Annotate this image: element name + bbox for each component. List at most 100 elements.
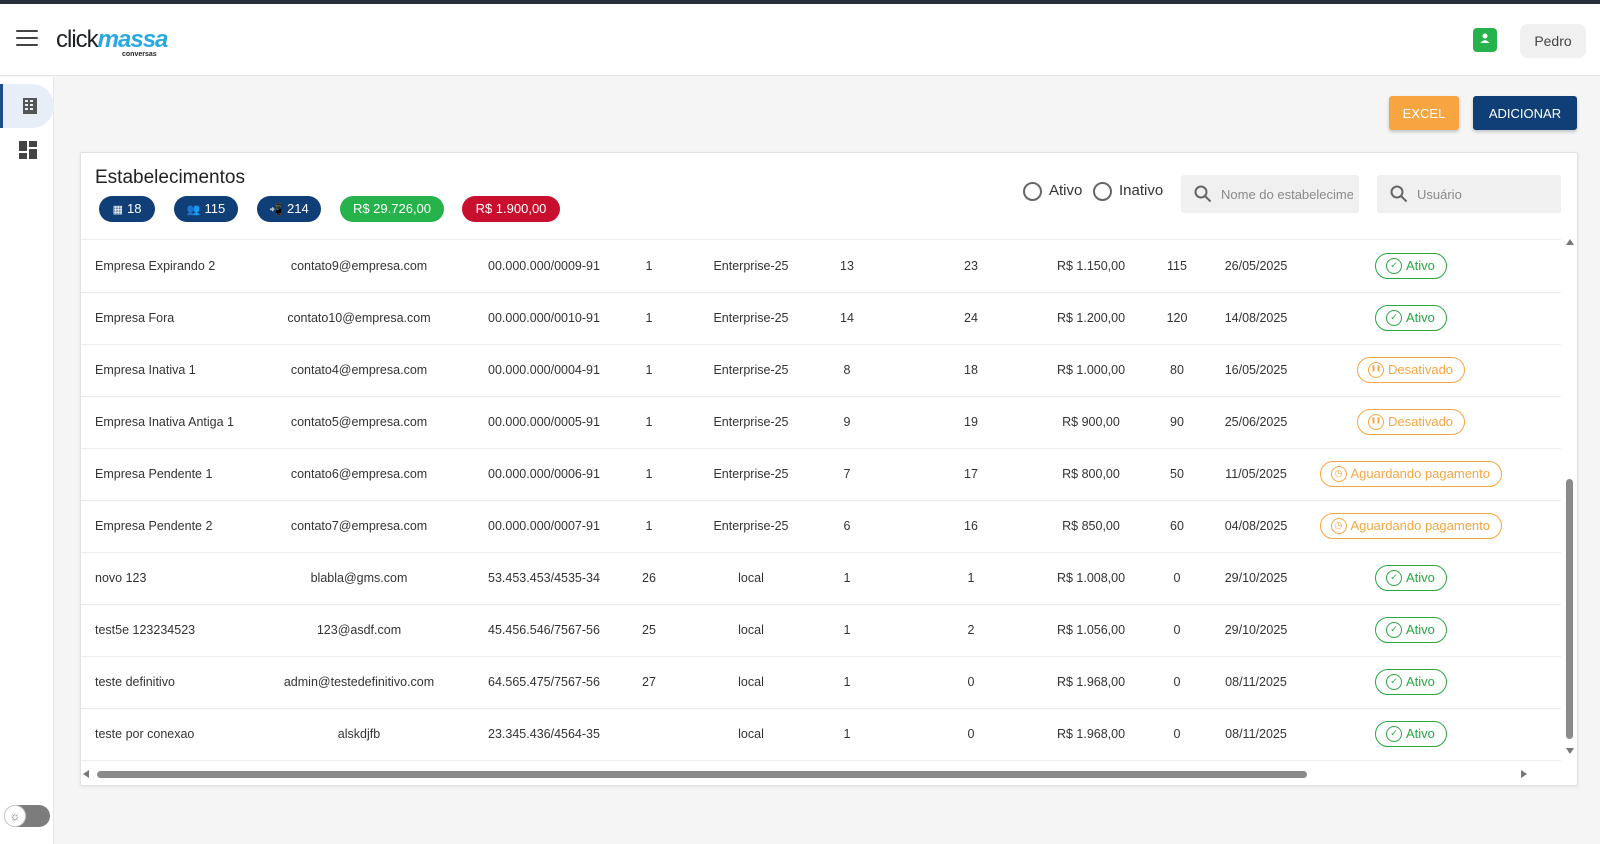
radio-circle [1023, 182, 1042, 201]
cell-date: 16/05/2025 [1224, 363, 1288, 377]
clock-icon: ◷ [1330, 466, 1347, 482]
table-row[interactable]: teste por conexao alskdjfb 23.345.436/4564… [81, 708, 1561, 761]
establishments-table: Empresa Expirando 2 contato9@empresa.com 0… [81, 239, 1561, 767]
status-badge: ✓ Ativo [1375, 305, 1447, 331]
search-icon [1390, 185, 1408, 203]
cell-plan: Enterprise-25 [713, 311, 789, 325]
status-label: Ativo [1406, 622, 1435, 637]
scroll-left-icon[interactable] [83, 770, 89, 778]
cell-plan: local [738, 675, 764, 689]
check-circle-icon: ✓ [1386, 622, 1402, 638]
cell-email: contato7@empresa.com [290, 519, 428, 533]
cell-col4: 1 [645, 311, 653, 325]
theme-toggle[interactable]: ☼ [4, 805, 50, 827]
cell-cnpj: 23.345.436/4564-35 [488, 727, 600, 741]
cell-col6: 1 [843, 571, 851, 585]
scroll-right-icon[interactable] [1521, 770, 1527, 778]
table-row[interactable]: Empresa Pendente 1 contato6@empresa.com 00… [81, 448, 1561, 501]
vertical-scroll-thumb[interactable] [1566, 479, 1573, 739]
check-circle-icon: ✓ [1386, 726, 1402, 742]
cell-cnpj: 00.000.000/0010-91 [488, 311, 600, 325]
cell-date: 29/10/2025 [1224, 623, 1288, 637]
cell-name: teste definitivo [95, 675, 175, 689]
establishment-search-input[interactable] [1221, 175, 1353, 213]
chip-establishments: ▦ 18 [99, 196, 155, 222]
cell-col7: 1 [967, 571, 975, 585]
cell-name: Empresa Expirando 2 [95, 259, 216, 273]
horizontal-scrollbar[interactable] [81, 767, 1561, 781]
table-row[interactable]: test5e 123234523 123@asdf.com 45.456.546/7… [81, 604, 1561, 657]
cell-col4: 27 [642, 675, 656, 689]
cell-value: R$ 800,00 [1062, 467, 1120, 481]
scroll-down-icon[interactable] [1566, 748, 1574, 754]
pause-circle-icon: ❚❚ [1368, 362, 1384, 378]
table-row[interactable]: Empresa Fora contato10@empresa.com 00.000.… [81, 292, 1561, 345]
cell-plan: Enterprise-25 [713, 519, 789, 533]
cell-col4: 25 [642, 623, 656, 637]
cell-col9: 115 [1167, 259, 1187, 273]
cell-col9: 0 [1173, 675, 1181, 689]
users-icon: 👥 [186, 204, 201, 216]
cell-name: test5e 123234523 [95, 623, 196, 637]
table-row[interactable]: Empresa Inativa Antiga 1 contato5@empresa… [81, 396, 1561, 449]
add-button[interactable]: ADICIONAR [1473, 96, 1577, 130]
establishments-card: Estabelecimentos ▦ 18 👥 115 📲 214 R$ 29.726… [80, 152, 1578, 786]
menu-icon[interactable] [16, 30, 38, 48]
user-menu-button[interactable]: Pedro [1520, 24, 1586, 58]
horizontal-scroll-thumb[interactable] [97, 771, 1307, 778]
status-badge: ✓ Ativo [1375, 253, 1447, 279]
cell-value: R$ 1.968,00 [1056, 727, 1126, 741]
scroll-up-icon[interactable] [1566, 239, 1574, 245]
cell-plan: Enterprise-25 [713, 467, 789, 481]
cell-plan: local [738, 623, 764, 637]
cell-plan: Enterprise-25 [713, 415, 789, 429]
cell-date: 04/08/2025 [1224, 519, 1288, 533]
cell-col7: 18 [964, 363, 978, 377]
cell-email: contato5@empresa.com [290, 415, 428, 429]
vertical-scrollbar[interactable] [1565, 239, 1575, 767]
sidebar-item-establishments[interactable] [0, 84, 54, 128]
cell-cnpj: 45.456.546/7567-56 [488, 623, 600, 637]
chip-devices: 📲 214 [257, 196, 321, 222]
cell-col7: 19 [964, 415, 978, 429]
cell-cnpj: 00.000.000/0004-91 [488, 363, 600, 377]
cell-col9: 120 [1166, 311, 1188, 325]
cell-col4: 1 [645, 467, 653, 481]
app-logo[interactable]: clickmassa conversas [56, 26, 168, 58]
sidebar-item-dashboard[interactable] [0, 128, 54, 172]
logo-sub-text: conversas [122, 51, 157, 58]
table-row[interactable]: Empresa Pendente 2 contato7@empresa.com 00… [81, 500, 1561, 553]
cell-date: 26/05/2025 [1224, 259, 1288, 273]
status-badge: ❚❚ Desativado [1357, 409, 1466, 435]
cell-email: 123@asdf.com [316, 623, 402, 637]
user-search-input[interactable] [1417, 175, 1555, 213]
cell-value: R$ 900,00 [1062, 415, 1120, 429]
app-header: clickmassa conversas Pedro [0, 4, 1600, 76]
cell-date: 11/05/2025 [1225, 467, 1287, 481]
table-row[interactable]: teste definitivo admin@testedefinitivo.co… [81, 656, 1561, 709]
cell-name: Empresa Pendente 1 [95, 467, 213, 481]
cell-col4 [629, 708, 669, 760]
table-row[interactable]: novo 123 blabla@gms.com 53.453.453/4535-34… [81, 552, 1561, 605]
sidebar: ☼ [0, 77, 54, 844]
cell-cnpj: 00.000.000/0009-91 [488, 259, 600, 273]
table-row[interactable]: Empresa Inativa 1 contato4@empresa.com 00.… [81, 344, 1561, 397]
cell-name: Empresa Pendente 2 [95, 519, 213, 533]
excel-button[interactable]: EXCEL [1389, 96, 1459, 130]
cell-value: R$ 1.200,00 [1056, 311, 1126, 325]
cell-email: contato4@empresa.com [290, 363, 428, 377]
table-row[interactable]: Empresa Expirando 2 contato9@empresa.com 0… [81, 240, 1561, 293]
cell-plan: local [738, 571, 764, 585]
cell-value: R$ 1.000,00 [1056, 363, 1126, 377]
cell-value: R$ 1.150,00 [1056, 259, 1126, 273]
cell-col6: 1 [843, 727, 851, 741]
status-badge: ✓ Ativo [1375, 565, 1447, 591]
check-circle-icon: ✓ [1386, 674, 1402, 690]
cell-name: Empresa Fora [95, 311, 175, 325]
contact-icon[interactable] [1473, 28, 1497, 52]
cell-col4: 1 [645, 415, 653, 429]
check-circle-icon: ✓ [1386, 570, 1402, 586]
clock-icon: ◷ [1330, 518, 1347, 534]
cell-col6: 13 [840, 259, 854, 273]
status-label: Ativo [1406, 726, 1435, 741]
